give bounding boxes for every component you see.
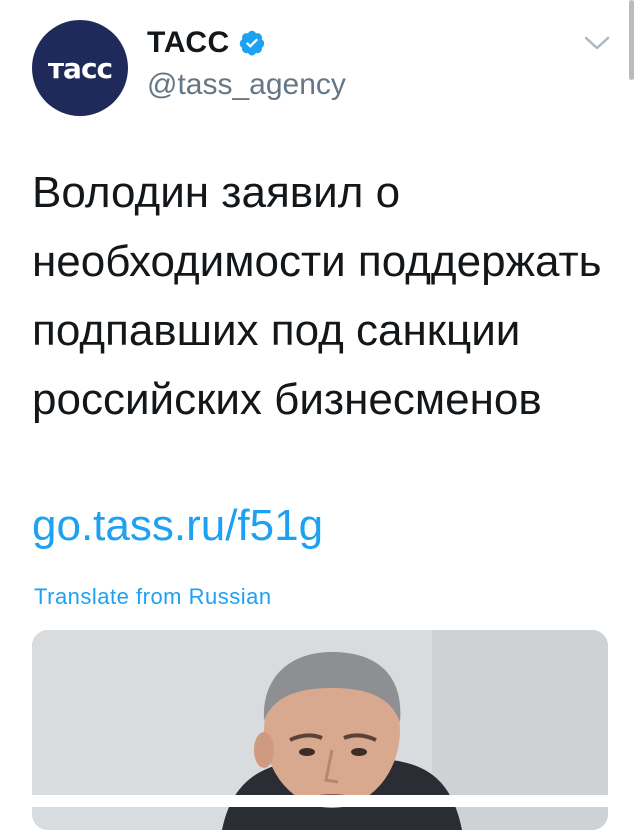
avatar-logo-text: тасс (47, 51, 113, 85)
scrollbar-thumb[interactable] (629, 0, 634, 80)
translate-button[interactable]: Translate from Russian (34, 584, 272, 610)
verified-badge-icon (238, 29, 266, 57)
bottom-edge (0, 795, 640, 807)
display-name[interactable]: ТАСС (147, 26, 230, 60)
chevron-down-icon[interactable] (583, 33, 611, 53)
tweet-text: Володин заявил о необходимости поддержат… (32, 168, 602, 424)
avatar[interactable]: тасс (32, 20, 128, 116)
author-name-row[interactable]: ТАСС (147, 26, 266, 60)
tweet-link[interactable]: go.tass.ru/f51g (32, 491, 323, 560)
author-handle[interactable]: @tass_agency (147, 68, 346, 102)
